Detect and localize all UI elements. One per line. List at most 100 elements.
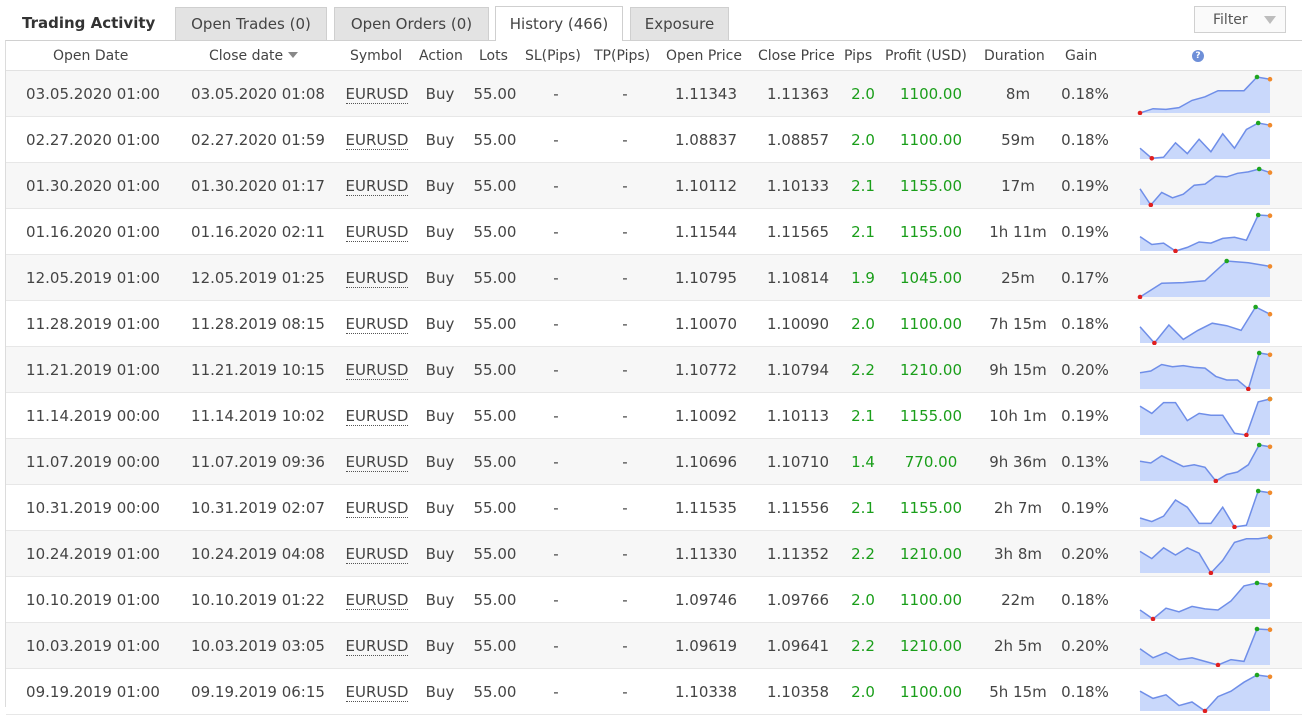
table-row[interactable]: 11.21.2019 01:00 11.21.2019 10:15 EURUSD Bu… bbox=[6, 347, 1302, 393]
col-duration[interactable]: Duration bbox=[984, 48, 1045, 64]
table-row[interactable]: 01.16.2020 01:00 01.16.2020 02:11 EURUSD Bu… bbox=[6, 209, 1302, 255]
open-date-cell: 10.24.2019 01:00 bbox=[26, 545, 160, 563]
tab-label: Exposure bbox=[644, 15, 715, 33]
col-profit[interactable]: Profit (USD) bbox=[885, 48, 967, 64]
close-price-cell: 1.09766 bbox=[766, 591, 830, 609]
sl-cell: - bbox=[553, 361, 559, 379]
filter-label: Filter bbox=[1213, 11, 1248, 28]
col-close-date-wrap[interactable]: Close date bbox=[209, 48, 299, 64]
table-row[interactable]: 10.10.2019 01:00 10.10.2019 01:22 EURUSD Bu… bbox=[6, 577, 1302, 623]
tab-open-orders[interactable]: Open Orders (0) bbox=[334, 7, 489, 40]
col-sl-pips[interactable]: SL(Pips) bbox=[525, 48, 581, 64]
tab-exposure[interactable]: Exposure bbox=[630, 7, 729, 40]
symbol-link[interactable]: EURUSD bbox=[345, 177, 409, 196]
table-row[interactable]: 01.30.2020 01:00 01.30.2020 01:17 EURUSD Bu… bbox=[6, 163, 1302, 209]
table-row[interactable]: 03.05.2020 01:00 03.05.2020 01:08 EURUSD Bu… bbox=[6, 71, 1302, 117]
table-row[interactable]: 11.14.2019 00:00 11.14.2019 10:02 EURUSD Bu… bbox=[6, 393, 1302, 439]
col-action[interactable]: Action bbox=[419, 48, 463, 64]
table-row[interactable]: 11.28.2019 01:00 11.28.2019 08:15 EURUSD Bu… bbox=[6, 301, 1302, 347]
open-price-cell: 1.09746 bbox=[674, 591, 738, 609]
close-date-cell: 10.24.2019 04:08 bbox=[191, 545, 325, 563]
col-open-date[interactable]: Open Date bbox=[53, 48, 128, 64]
close-price-cell: 1.11556 bbox=[766, 499, 830, 517]
sl-cell: - bbox=[553, 407, 559, 425]
symbol-link[interactable]: EURUSD bbox=[345, 361, 409, 380]
symbol-link[interactable]: EURUSD bbox=[345, 85, 409, 104]
symbol-link[interactable]: EURUSD bbox=[345, 453, 409, 472]
table-row[interactable]: 11.07.2019 00:00 11.07.2019 09:36 EURUSD Bu… bbox=[6, 439, 1302, 485]
symbol-link[interactable]: EURUSD bbox=[345, 499, 409, 518]
open-date-cell: 11.21.2019 01:00 bbox=[26, 361, 160, 379]
gain-cell: 0.18% bbox=[1061, 85, 1109, 103]
sparkline-end-marker bbox=[1267, 122, 1273, 128]
sl-cell: - bbox=[553, 223, 559, 241]
trade-sparkline bbox=[1139, 166, 1273, 207]
symbol-cell: EURUSD bbox=[342, 591, 412, 610]
filter-dropdown[interactable]: Filter bbox=[1194, 6, 1286, 33]
symbol-link[interactable]: EURUSD bbox=[345, 223, 409, 242]
col-tp-pips[interactable]: TP(Pips) bbox=[594, 48, 650, 64]
action-cell: Buy bbox=[425, 453, 455, 471]
sparkline-min-marker bbox=[1137, 110, 1143, 115]
col-lots[interactable]: Lots bbox=[479, 48, 508, 64]
close-price-cell: 1.10814 bbox=[766, 269, 830, 287]
col-pips[interactable]: Pips bbox=[844, 48, 872, 64]
profit-cell: 1210.00 bbox=[899, 545, 963, 563]
symbol-link[interactable]: EURUSD bbox=[345, 407, 409, 426]
col-gain[interactable]: Gain bbox=[1065, 48, 1097, 64]
trade-sparkline bbox=[1139, 120, 1273, 161]
close-price-cell: 1.10710 bbox=[766, 453, 830, 471]
lots-cell: 55.00 bbox=[473, 177, 517, 195]
symbol-link[interactable]: EURUSD bbox=[345, 545, 409, 564]
tp-cell: - bbox=[622, 453, 628, 471]
symbol-link[interactable]: EURUSD bbox=[345, 683, 409, 702]
trade-sparkline bbox=[1139, 212, 1273, 253]
symbol-link[interactable]: EURUSD bbox=[345, 269, 409, 288]
table-row[interactable]: 02.27.2020 01:00 02.27.2020 01:59 EURUSD Bu… bbox=[6, 117, 1302, 163]
col-open-price[interactable]: Open Price bbox=[666, 48, 742, 64]
close-price-cell: 1.11565 bbox=[766, 223, 830, 241]
tp-cell: - bbox=[622, 361, 628, 379]
table-body: 03.05.2020 01:00 03.05.2020 01:08 EURUSD Bu… bbox=[6, 71, 1302, 715]
tab-open-trades[interactable]: Open Trades (0) bbox=[175, 7, 327, 40]
table-row[interactable]: 10.31.2019 00:00 10.31.2019 02:07 EURUSD Bu… bbox=[6, 485, 1302, 531]
sl-cell: - bbox=[553, 591, 559, 609]
open-date-cell: 11.07.2019 00:00 bbox=[26, 453, 160, 471]
sparkline-max-marker bbox=[1254, 626, 1260, 632]
close-price-cell: 1.11363 bbox=[766, 85, 830, 103]
symbol-link[interactable]: EURUSD bbox=[345, 315, 409, 334]
close-price-cell: 1.10794 bbox=[766, 361, 830, 379]
pips-cell: 2.2 bbox=[851, 637, 875, 655]
sparkline-end-marker bbox=[1267, 534, 1273, 540]
action-cell: Buy bbox=[425, 499, 455, 517]
sort-desc-icon bbox=[288, 52, 299, 58]
open-price-cell: 1.09619 bbox=[674, 637, 738, 655]
gain-cell: 0.18% bbox=[1061, 131, 1109, 149]
help-icon[interactable]: ? bbox=[1192, 50, 1204, 62]
table-row[interactable]: 09.19.2019 01:00 09.19.2019 06:15 EURUSD Bu… bbox=[6, 669, 1302, 715]
col-close-date: Close date bbox=[209, 48, 284, 64]
close-price-cell: 1.09641 bbox=[766, 637, 830, 655]
sparkline-max-marker bbox=[1256, 442, 1262, 448]
symbol-cell: EURUSD bbox=[342, 499, 412, 518]
col-symbol[interactable]: Symbol bbox=[350, 48, 402, 64]
open-date-cell: 10.10.2019 01:00 bbox=[26, 591, 160, 609]
table-row[interactable]: 10.24.2019 01:00 10.24.2019 04:08 EURUSD Bu… bbox=[6, 531, 1302, 577]
symbol-link[interactable]: EURUSD bbox=[345, 637, 409, 656]
close-date-cell: 10.10.2019 01:22 bbox=[191, 591, 325, 609]
symbol-link[interactable]: EURUSD bbox=[345, 131, 409, 150]
tp-cell: - bbox=[622, 315, 628, 333]
tab-history[interactable]: History (466) bbox=[495, 6, 623, 41]
action-cell: Buy bbox=[425, 269, 455, 287]
close-date-cell: 03.05.2020 01:08 bbox=[191, 85, 325, 103]
symbol-link[interactable]: EURUSD bbox=[345, 591, 409, 610]
sparkline-end-marker bbox=[1267, 396, 1273, 402]
table-row[interactable]: 12.05.2019 01:00 12.05.2019 01:25 EURUSD Bu… bbox=[6, 255, 1302, 301]
lots-cell: 55.00 bbox=[473, 545, 517, 563]
gain-cell: 0.20% bbox=[1061, 637, 1109, 655]
table-row[interactable]: 10.03.2019 01:00 10.03.2019 03:05 EURUSD Bu… bbox=[6, 623, 1302, 669]
sparkline-max-marker bbox=[1254, 580, 1260, 586]
profit-cell: 1155.00 bbox=[899, 177, 963, 195]
col-close-price[interactable]: Close Price bbox=[758, 48, 835, 64]
symbol-cell: EURUSD bbox=[342, 223, 412, 242]
